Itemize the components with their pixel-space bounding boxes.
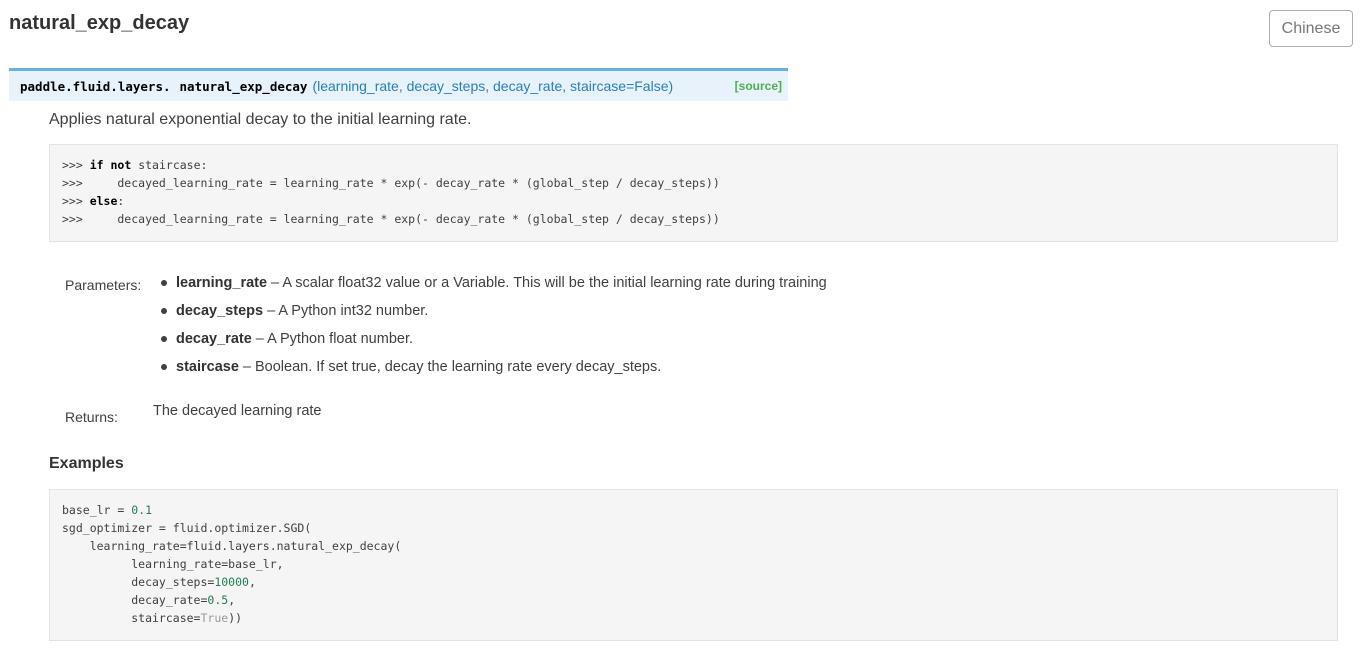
code-line: learning_rate=fluid.layers.natural_exp_d… <box>62 539 402 553</box>
code-line: decay_steps=10000, <box>62 575 256 589</box>
bullet-icon <box>161 308 167 314</box>
code-line: base_lr = 0.1 <box>62 503 153 517</box>
page-title: natural_exp_decay <box>9 12 190 34</box>
code-line: >>> if not staircase: <box>62 158 208 172</box>
parameter-description: – A Python float number. <box>251 331 414 347</box>
code-line: >>> decayed_learning_rate = learning_rat… <box>62 212 720 226</box>
parameter-name: learning_rate <box>176 275 268 291</box>
parameter-description: – A scalar float32 value or a Variable. … <box>267 275 827 291</box>
parameter-name: decay_rate <box>176 331 252 347</box>
language-toggle-button[interactable]: Chinese <box>1269 10 1353 47</box>
parameter-item: learning_rate – A scalar float32 value o… <box>160 274 827 302</box>
code-line: >>> decayed_learning_rate = learning_rat… <box>62 176 720 190</box>
signature-module: paddle.fluid.layers. <box>20 78 171 94</box>
examples-heading: Examples <box>49 455 124 472</box>
source-link[interactable]: [source] <box>735 79 782 93</box>
parameter-item: decay_steps – A Python int32 number. <box>160 302 827 330</box>
parameter-name: staircase <box>176 359 239 375</box>
parameter-item: staircase – Boolean. If set true, decay … <box>160 358 827 386</box>
code-line: sgd_optimizer = fluid.optimizer.SGD( <box>62 521 312 535</box>
parameters-label: Parameters: <box>65 277 142 293</box>
bullet-icon <box>161 280 167 286</box>
signature-params: (learning_rate, decay_steps, decay_rate,… <box>312 78 674 94</box>
parameter-item: decay_rate – A Python float number. <box>160 330 827 358</box>
returns-value: The decayed learning rate <box>153 403 322 419</box>
parameter-description: – A Python int32 number. <box>263 303 429 319</box>
code-line: decay_rate=0.5, <box>62 593 236 607</box>
formula-code-block: >>> if not staircase: >>> decayed_learnin… <box>49 144 1338 242</box>
code-line: staircase=True)) <box>62 611 243 625</box>
parameter-description: – Boolean. If set true, decay the learni… <box>238 359 662 375</box>
function-signature: paddle.fluid.layers. natural_exp_decay (… <box>9 68 788 101</box>
bullet-icon <box>161 364 167 370</box>
bullet-icon <box>161 336 167 342</box>
code-line: learning_rate=base_lr, <box>62 557 284 571</box>
code-line: >>> else: <box>62 194 125 208</box>
signature-function-name: natural_exp_decay <box>179 78 308 94</box>
function-description: Applies natural exponential decay to the… <box>49 111 472 128</box>
parameter-list: learning_rate – A scalar float32 value o… <box>160 274 827 386</box>
example-code-block: base_lr = 0.1 sgd_optimizer = fluid.optim… <box>49 489 1338 641</box>
returns-label: Returns: <box>65 409 118 425</box>
parameter-name: decay_steps <box>176 303 264 319</box>
